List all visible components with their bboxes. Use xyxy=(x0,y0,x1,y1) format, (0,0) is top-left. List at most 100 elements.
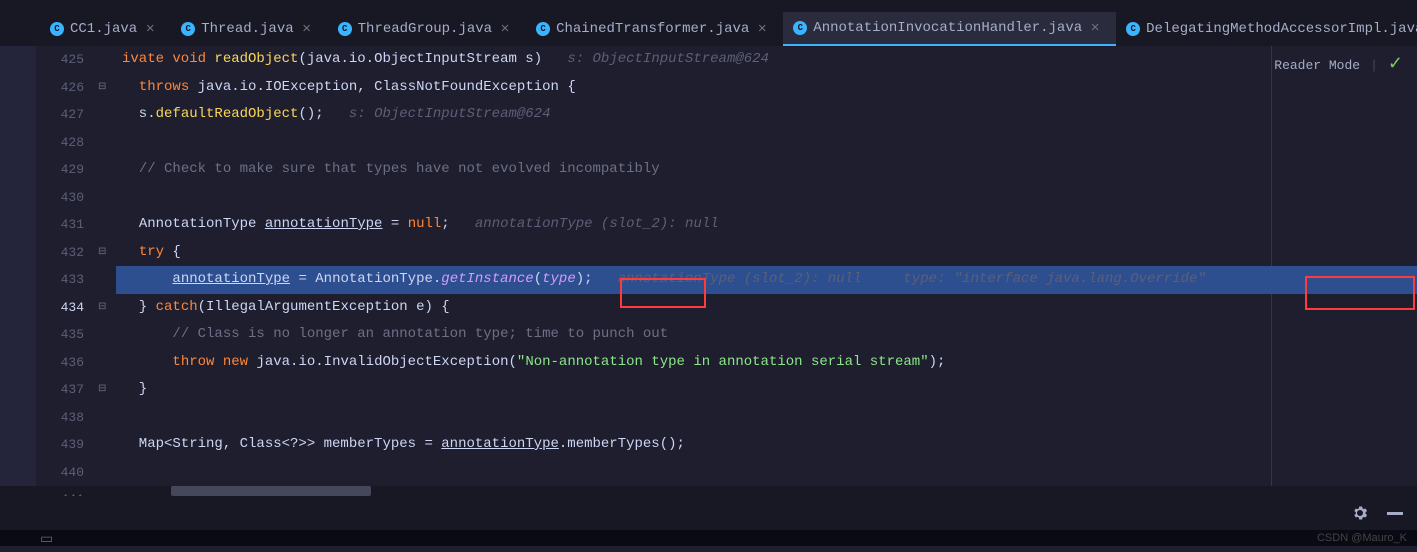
close-icon[interactable]: × xyxy=(498,22,512,36)
code-token: type xyxy=(542,271,576,287)
code-line[interactable] xyxy=(116,404,1417,432)
code-token: s: ObjectInputStream@624 xyxy=(567,51,769,67)
code-line[interactable]: // Class is no longer an annotation type… xyxy=(116,321,1417,349)
code-token xyxy=(122,244,139,260)
code-token: AnnotationType xyxy=(139,216,257,232)
code-line[interactable]: } catch(IllegalArgumentException e) { xyxy=(116,294,1417,322)
code-token xyxy=(122,161,139,177)
bottom-icon: ▭ xyxy=(40,531,53,548)
code-token: ObjectInputStream xyxy=(374,51,517,67)
code-token: defaultReadObject xyxy=(156,106,299,122)
gear-icon[interactable] xyxy=(1351,504,1369,522)
tab-0[interactable]: CCC1.java× xyxy=(40,12,171,46)
code-line[interactable] xyxy=(116,459,1417,487)
code-token xyxy=(122,79,139,95)
code-token: ); xyxy=(929,354,946,370)
code-token: ClassNotFoundException xyxy=(374,79,559,95)
code-line[interactable]: throws java.io.IOException, ClassNotFoun… xyxy=(116,74,1417,102)
code-token: java.io. xyxy=(248,354,324,370)
code-token xyxy=(122,326,172,342)
code-token: = xyxy=(382,216,407,232)
editor: 4254264274284294304314324334344354364374… xyxy=(0,46,1417,486)
footer xyxy=(0,496,1417,530)
fold-icon[interactable]: ⊟ xyxy=(98,301,110,313)
code-token: "Non-annotation type in annotation seria… xyxy=(517,354,929,370)
tab-label: Thread.java xyxy=(201,21,293,37)
close-icon[interactable]: × xyxy=(755,22,769,36)
bottom-bar: ▭ CSDN @Mauro_K xyxy=(0,530,1417,546)
code-token: throws xyxy=(139,79,189,95)
tab-3[interactable]: CChainedTransformer.java× xyxy=(526,12,783,46)
tab-2[interactable]: CThreadGroup.java× xyxy=(328,12,526,46)
code-token: ); xyxy=(576,271,618,287)
line-number: 427 xyxy=(36,101,84,129)
code-token: annotationType xyxy=(265,216,383,232)
horizontal-scrollbar[interactable] xyxy=(0,486,1417,496)
code-token: annotationType (slot_2): null xyxy=(475,216,719,232)
line-number: 430 xyxy=(36,184,84,212)
scrollbar-track[interactable] xyxy=(116,486,1417,496)
java-class-icon: C xyxy=(793,21,807,35)
code-token: catch xyxy=(156,299,198,315)
java-class-icon: C xyxy=(338,22,352,36)
minimize-icon[interactable] xyxy=(1387,512,1403,515)
code-token: , xyxy=(357,79,374,95)
code-token: s. xyxy=(122,106,156,122)
line-number: 429 xyxy=(36,156,84,184)
code-token: AnnotationType xyxy=(315,271,433,287)
code-line[interactable]: // Check to make sure that types have no… xyxy=(116,156,1417,184)
top-bar xyxy=(0,0,1417,12)
line-number: 425 xyxy=(36,46,84,74)
line-number: 428 xyxy=(36,129,84,157)
code-line[interactable]: s.defaultReadObject(); s: ObjectInputStr… xyxy=(116,101,1417,129)
code-line[interactable]: throw new java.io.InvalidObjectException… xyxy=(116,349,1417,377)
code-area[interactable]: Reader Mode | ✓ @ivate void readObject(j… xyxy=(116,46,1417,486)
code-line[interactable] xyxy=(116,129,1417,157)
close-icon[interactable]: × xyxy=(300,22,314,36)
code-line[interactable]: AnnotationType annotationType = null; an… xyxy=(116,211,1417,239)
code-token: } xyxy=(122,381,147,397)
code-line[interactable]: annotationType = AnnotationType.getInsta… xyxy=(116,266,1417,294)
line-number: 433 xyxy=(36,266,84,294)
gutter: 4254264274284294304314324334344354364374… xyxy=(36,46,96,486)
code-token: { xyxy=(164,244,181,260)
code-line[interactable]: Map<String, Class<?>> memberTypes = anno… xyxy=(116,431,1417,459)
code-line[interactable] xyxy=(116,184,1417,212)
line-number: 438 xyxy=(36,404,84,432)
code-token: InvalidObjectException xyxy=(324,354,509,370)
code-line[interactable]: @ivate void readObject(java.io.ObjectInp… xyxy=(116,46,1417,74)
code-line[interactable]: try { xyxy=(116,239,1417,267)
code-token: s: ObjectInputStream@624 xyxy=(349,106,551,122)
code-token: { xyxy=(559,79,576,95)
code-token: null xyxy=(408,216,442,232)
line-number: 434 xyxy=(36,294,84,322)
fold-icon[interactable]: ⊟ xyxy=(98,383,110,395)
code-token: (); xyxy=(298,106,348,122)
fold-column: ⊟ ⊟ ⊟ ⊟ xyxy=(96,46,116,486)
line-number: 437 xyxy=(36,376,84,404)
code-token: annotationType xyxy=(441,436,559,452)
scrollbar-thumb[interactable] xyxy=(171,486,371,496)
watermark: CSDN @Mauro_K xyxy=(1317,532,1407,544)
code-token: e) { xyxy=(408,299,450,315)
line-number: 431 xyxy=(36,211,84,239)
tab-5[interactable]: CDelegatingMethodAccessorImpl.java× xyxy=(1116,12,1417,46)
code-token: = xyxy=(290,271,315,287)
tab-label: AnnotationInvocationHandler.java xyxy=(813,20,1082,36)
fold-icon[interactable]: ⊟ xyxy=(98,81,110,93)
code-token: } xyxy=(122,299,156,315)
fold-icon[interactable]: ⊟ xyxy=(98,246,110,258)
code-token: readObject xyxy=(214,51,298,67)
code-token xyxy=(256,216,264,232)
code-token: IOException xyxy=(265,79,357,95)
tab-1[interactable]: CThread.java× xyxy=(171,12,327,46)
close-icon[interactable]: × xyxy=(143,22,157,36)
close-icon[interactable]: × xyxy=(1088,21,1102,35)
code-token: annotationType (slot_2): null type: "int… xyxy=(618,271,1206,287)
code-token: ( xyxy=(198,299,206,315)
tab-4[interactable]: C AnnotationInvocationHandler.java × xyxy=(783,12,1116,46)
code-line[interactable]: } xyxy=(116,376,1417,404)
code-token xyxy=(122,354,172,370)
line-number: 439 xyxy=(36,431,84,459)
code-token: throw new xyxy=(172,354,248,370)
